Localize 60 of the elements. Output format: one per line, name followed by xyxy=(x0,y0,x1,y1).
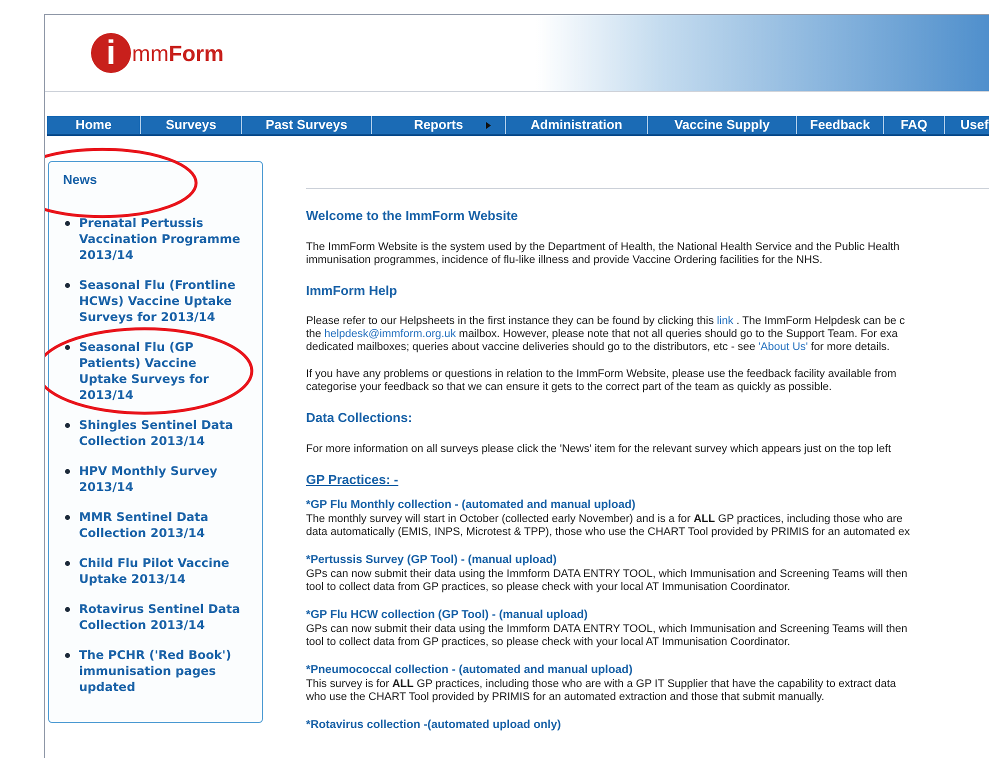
collection-heading: *Pneumococcal collection - (automated and manual upload) xyxy=(306,663,634,677)
bullet-icon xyxy=(65,283,70,288)
news-link[interactable]: The PCHR ('Red Book') immunisation pages updated xyxy=(79,647,248,695)
body-text: immunisation programmes, incidence of flu-like illness and provide Vaccine Ordering facilities for the NHS. xyxy=(306,254,822,266)
nav-link[interactable]: Past Surveys xyxy=(242,116,372,134)
nav-link[interactable]: Usef xyxy=(945,116,989,134)
nav-link[interactable]: FAQ xyxy=(884,116,945,134)
text-link[interactable]: helpdesk@immform.org.uk xyxy=(324,328,456,341)
body-text: tool to collect data from GP practices, so please check with your local AT Immunisation Coordinator. xyxy=(306,581,790,594)
body-text: Please refer to our Helpsheets in the first instance they can be found by clicking this xyxy=(306,315,714,328)
bullet-icon xyxy=(65,423,70,428)
body-text: for more details. xyxy=(810,341,890,354)
news-link[interactable]: MMR Sentinel Data Collection 2013/14 xyxy=(79,509,248,541)
body-text: tool to collect data from GP practices, so please check with your local AT Immunisation Coordinator. xyxy=(306,636,790,649)
bullet-icon xyxy=(65,653,70,658)
submenu-arrow-icon xyxy=(486,122,491,129)
collection-heading: *GP Flu HCW collection (GP Tool) - (manual upload) xyxy=(306,608,589,622)
news-link[interactable]: Shingles Sentinel Data Collection 2013/14 xyxy=(79,417,248,449)
body-text: GPs can now submit their data using the Immform DATA ENTRY TOOL, which Immunisation and Screening Teams will then xyxy=(306,568,908,581)
section-link[interactable]: GP Practices: - xyxy=(306,470,398,489)
body-text: If you have any problems or questions in relation to the ImmForm Website, please use the feedback facility available from xyxy=(306,368,896,381)
body-text: The monthly survey will start in October (collected early November) and is a for ALL GP practices, including those who are xyxy=(306,513,902,526)
body-text: mailbox. However, please note that not all queries should go to the Support Team. For exa xyxy=(458,328,898,341)
text-link[interactable]: link xyxy=(716,315,734,328)
bullet-icon xyxy=(65,561,70,566)
text-link[interactable]: 'About Us' xyxy=(758,341,808,354)
collection-heading: *GP Flu Monthly collection - (automated and manual upload) xyxy=(306,498,636,512)
nav-link[interactable]: Surveys xyxy=(141,116,242,134)
body-text: This survey is for ALL GP practices, including those who are with a GP IT Supplier that have the capability to extract data xyxy=(306,678,896,691)
body-text: The ImmForm Website is the system used by the Department of Health, the National Health Service and the Public Health xyxy=(306,240,900,254)
news-link[interactable]: Prenatal Pertussis Vaccination Programme 2013/14 xyxy=(79,215,248,263)
news-link[interactable]: Seasonal Flu (Frontline HCWs) Vaccine Uptake Surveys for 2013/14 xyxy=(79,277,248,325)
nav-link[interactable]: Vaccine Supply xyxy=(648,116,797,134)
bullet-icon xyxy=(65,345,70,350)
body-text: data automatically (EMIS, INPS, Microtest & TPP), those who use the CHART Tool provided by PRIMIS for an automated ex xyxy=(306,526,910,539)
section-heading: Data Collections: xyxy=(306,409,414,427)
bullet-icon xyxy=(65,515,70,520)
bullet-icon xyxy=(65,221,70,226)
nav-link[interactable]: Home xyxy=(47,116,141,134)
body-text: who use the CHART Tool provided by PRIMIS for an automated extraction and those that submit manually. xyxy=(306,691,824,704)
immform-logo: i mmForm xyxy=(91,33,224,73)
section-heading: ImmForm Help xyxy=(306,282,398,300)
news-link[interactable]: Rotavirus Sentinel Data Collection 2013/14 xyxy=(79,601,248,633)
news-link[interactable]: HPV Monthly Survey 2013/14 xyxy=(79,463,248,495)
body-text: the xyxy=(306,328,322,341)
body-text: dedicated mailboxes; queries about vaccine deliveries should go to the distributors, etc - see xyxy=(306,341,756,354)
body-text: For more information on all surveys please click the 'News' item for the relevant survey which appears just on the top left xyxy=(306,442,892,456)
news-title: News xyxy=(63,172,97,187)
nav-link[interactable]: Administration xyxy=(506,116,648,134)
body-text: categorise your feedback so that we can ensure it gets to the correct part of the team as quickly as possible. xyxy=(306,381,832,394)
news-link[interactable]: Child Flu Pilot Vaccine Uptake 2013/14 xyxy=(79,555,248,587)
bullet-icon xyxy=(65,469,70,474)
body-text: . The ImmForm Helpdesk can be c xyxy=(736,315,905,328)
collection-heading: *Rotavirus collection -(automated upload only) xyxy=(306,718,562,732)
section-heading: Welcome to the ImmForm Website xyxy=(306,207,519,225)
bullet-icon xyxy=(65,607,70,612)
nav-link[interactable]: Reports xyxy=(372,116,506,134)
collection-heading: *Pertussis Survey (GP Tool) - (manual upload) xyxy=(306,553,558,567)
nav-link[interactable]: Feedback xyxy=(797,116,884,134)
body-text: GPs can now submit their data using the Immform DATA ENTRY TOOL, which Immunisation and Screening Teams will then xyxy=(306,623,908,636)
